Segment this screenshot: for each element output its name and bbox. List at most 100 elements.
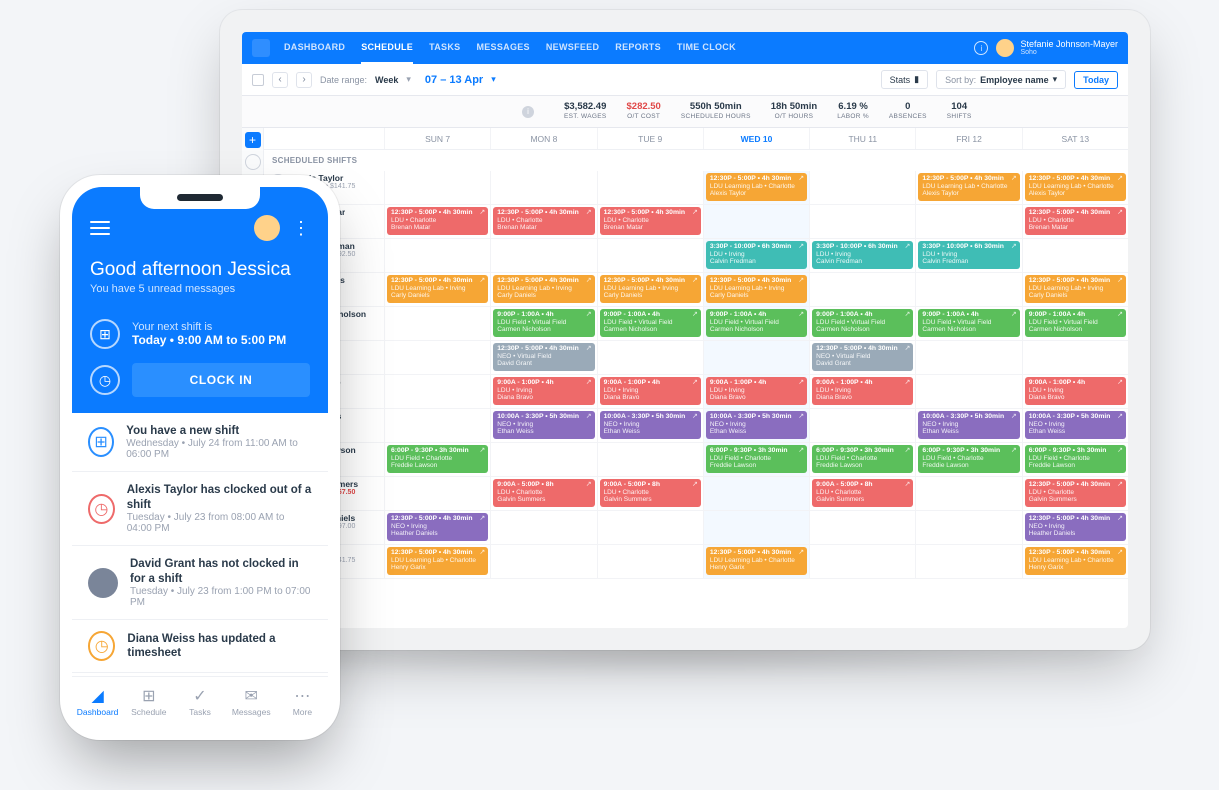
shift-block[interactable]: ↗6:00P - 9:30P • 3h 30minLDU Field • Cha… [1025,445,1126,473]
schedule-cell[interactable]: ↗12:30P - 5:00P • 4h 30minNEO • IrvingHe… [384,511,490,544]
schedule-cell[interactable]: ↗10:00A - 3:30P • 5h 30minNEO • IrvingEt… [703,409,809,442]
schedule-cell[interactable] [915,205,1021,238]
schedule-cell[interactable] [597,239,703,272]
shift-block[interactable]: ↗12:30P - 5:00P • 4h 30minLDU • Charlott… [387,207,488,235]
schedule-cell[interactable] [490,239,596,272]
schedule-cell[interactable] [809,409,915,442]
schedule-cell[interactable] [915,511,1021,544]
schedule-cell[interactable] [703,205,809,238]
menu-icon[interactable] [90,221,110,235]
clock-in-button[interactable]: CLOCK IN [132,363,310,397]
add-shift-button[interactable]: + [245,132,261,148]
date-range-value[interactable]: 07 – 13 Apr [425,74,483,86]
schedule-cell[interactable]: ↗12:30P - 5:00P • 4h 30minNEO • Virtual … [490,341,596,374]
day-header[interactable]: TUE 9 [597,128,703,149]
schedule-cell[interactable] [915,341,1021,374]
schedule-cell[interactable] [384,375,490,408]
feed-item[interactable]: ⊞You have a new shiftWednesday • July 24… [72,413,328,472]
schedule-cell[interactable]: ↗9:00A - 1:00P • 4hLDU • IrvingDiana Bra… [703,375,809,408]
schedule-cell[interactable]: ↗12:30P - 5:00P • 4h 30minLDU Learning L… [490,273,596,306]
schedule-cell[interactable] [384,171,490,204]
schedule-cell[interactable] [490,511,596,544]
schedule-cell[interactable]: ↗12:30P - 5:00P • 4h 30minLDU Learning L… [703,273,809,306]
schedule-cell[interactable]: ↗9:00A - 1:00P • 4hLDU • IrvingDiana Bra… [1022,375,1128,408]
schedule-cell[interactable]: ↗12:30P - 5:00P • 4h 30minLDU Learning L… [1022,545,1128,578]
feed-item[interactable]: David Grant has not clocked in for a shi… [72,546,328,620]
shift-block[interactable]: ↗9:00P - 1:00A • 4hLDU Field • Virtual F… [812,309,913,337]
shift-block[interactable]: ↗12:30P - 5:00P • 4h 30minNEO • IrvingHe… [387,513,488,541]
tab-dashboard[interactable]: ◢Dashboard [72,677,123,728]
feed-item[interactable]: ◷Diana Weiss has updated a timesheet [72,620,328,673]
shift-block[interactable]: ↗12:30P - 5:00P • 4h 30minLDU Learning L… [1025,275,1126,303]
shift-block[interactable]: ↗12:30P - 5:00P • 4h 30minLDU • Charlott… [1025,479,1126,507]
schedule-cell[interactable]: ↗12:30P - 5:00P • 4h 30minLDU Learning L… [915,171,1021,204]
nav-dashboard[interactable]: DASHBOARD [284,32,345,64]
info-icon[interactable]: i [522,106,534,118]
nav-schedule[interactable]: SCHEDULE [361,32,413,64]
schedule-cell[interactable]: ↗10:00A - 3:30P • 5h 30minNEO • IrvingEt… [490,409,596,442]
shift-block[interactable]: ↗12:30P - 5:00P • 4h 30minLDU Learning L… [600,275,701,303]
schedule-cell[interactable] [490,443,596,476]
schedule-cell[interactable] [915,477,1021,510]
schedule-cell[interactable] [490,171,596,204]
schedule-cell[interactable] [384,239,490,272]
shift-block[interactable]: ↗12:30P - 5:00P • 4h 30minLDU Learning L… [387,547,488,575]
schedule-cell[interactable] [703,341,809,374]
shift-block[interactable]: ↗10:00A - 3:30P • 5h 30minNEO • IrvingEt… [600,411,701,439]
schedule-cell[interactable] [597,341,703,374]
schedule-cell[interactable]: ↗9:00P - 1:00A • 4hLDU Field • Virtual F… [1022,307,1128,340]
schedule-cell[interactable] [384,409,490,442]
tab-tasks[interactable]: ✓Tasks [174,677,225,728]
schedule-cell[interactable]: ↗12:30P - 5:00P • 4h 30minNEO • Virtual … [809,341,915,374]
schedule-cell[interactable]: ↗9:00P - 1:00A • 4hLDU Field • Virtual F… [597,307,703,340]
schedule-cell[interactable]: ↗9:00A - 5:00P • 8hLDU • CharlotteGalvin… [490,477,596,510]
schedule-cell[interactable]: ↗6:00P - 9:30P • 3h 30minLDU Field • Cha… [384,443,490,476]
schedule-cell[interactable]: ↗9:00A - 1:00P • 4hLDU • IrvingDiana Bra… [490,375,596,408]
schedule-cell[interactable]: ↗12:30P - 5:00P • 4h 30minLDU Learning L… [703,171,809,204]
schedule-cell[interactable]: ↗10:00A - 3:30P • 5h 30minNEO • IrvingEt… [597,409,703,442]
nav-time-clock[interactable]: TIME CLOCK [677,32,736,64]
shift-block[interactable]: ↗10:00A - 3:30P • 5h 30minNEO • IrvingEt… [1025,411,1126,439]
schedule-cell[interactable]: ↗12:30P - 5:00P • 4h 30minNEO • IrvingHe… [1022,511,1128,544]
shift-block[interactable]: ↗9:00P - 1:00A • 4hLDU Field • Virtual F… [918,309,1019,337]
day-header[interactable]: MON 8 [490,128,596,149]
feed-item[interactable]: ◷Alexis Taylor has clocked out of a shif… [72,472,328,546]
shift-block[interactable]: ↗12:30P - 5:00P • 4h 30minLDU Learning L… [387,275,488,303]
schedule-cell[interactable]: ↗10:00A - 3:30P • 5h 30minNEO • IrvingEt… [915,409,1021,442]
shift-block[interactable]: ↗3:30P - 10:00P • 6h 30minLDU • IrvingCa… [812,241,913,269]
schedule-cell[interactable]: ↗3:30P - 10:00P • 6h 30minLDU • IrvingCa… [915,239,1021,272]
shift-block[interactable]: ↗3:30P - 10:00P • 6h 30minLDU • IrvingCa… [918,241,1019,269]
tab-messages[interactable]: ✉Messages [226,677,277,728]
schedule-cell[interactable] [597,171,703,204]
schedule-cell[interactable] [809,205,915,238]
shift-block[interactable]: ↗12:30P - 5:00P • 4h 30minLDU Learning L… [1025,547,1126,575]
shift-block[interactable]: ↗12:30P - 5:00P • 4h 30minLDU Learning L… [706,275,807,303]
help-icon[interactable]: i [974,41,988,55]
schedule-cell[interactable]: ↗12:30P - 5:00P • 4h 30minLDU Learning L… [1022,171,1128,204]
shift-block[interactable]: ↗12:30P - 5:00P • 4h 30minLDU • Charlott… [1025,207,1126,235]
schedule-cell[interactable]: ↗9:00A - 1:00P • 4hLDU • IrvingDiana Bra… [597,375,703,408]
shift-block[interactable]: ↗9:00A - 5:00P • 8hLDU • CharlotteGalvin… [493,479,594,507]
schedule-cell[interactable] [703,511,809,544]
shift-block[interactable]: ↗9:00A - 1:00P • 4hLDU • IrvingDiana Bra… [1025,377,1126,405]
day-header[interactable]: WED 10 [703,128,809,149]
schedule-cell[interactable] [915,375,1021,408]
tab-schedule[interactable]: ⊞Schedule [123,677,174,728]
select-all-checkbox[interactable] [252,74,264,86]
schedule-cell[interactable]: ↗6:00P - 9:30P • 3h 30minLDU Field • Cha… [809,443,915,476]
shift-block[interactable]: ↗9:00A - 1:00P • 4hLDU • IrvingDiana Bra… [600,377,701,405]
schedule-cell[interactable]: ↗9:00A - 5:00P • 8hLDU • CharlotteGalvin… [809,477,915,510]
schedule-cell[interactable] [490,545,596,578]
schedule-cell[interactable]: ↗3:30P - 10:00P • 6h 30minLDU • IrvingCa… [809,239,915,272]
schedule-cell[interactable] [703,477,809,510]
shift-block[interactable]: ↗6:00P - 9:30P • 3h 30minLDU Field • Cha… [918,445,1019,473]
tab-more[interactable]: ⋯More [277,677,328,728]
date-range-mode[interactable]: Week [375,75,398,85]
schedule-cell[interactable] [597,443,703,476]
schedule-cell[interactable] [809,545,915,578]
shift-block[interactable]: ↗10:00A - 3:30P • 5h 30minNEO • IrvingEt… [918,411,1019,439]
avatar[interactable] [254,215,280,241]
stats-button[interactable]: Stats▮ [881,70,928,89]
visibility-toggle-icon[interactable] [245,154,261,170]
schedule-cell[interactable]: ↗6:00P - 9:30P • 3h 30minLDU Field • Cha… [915,443,1021,476]
